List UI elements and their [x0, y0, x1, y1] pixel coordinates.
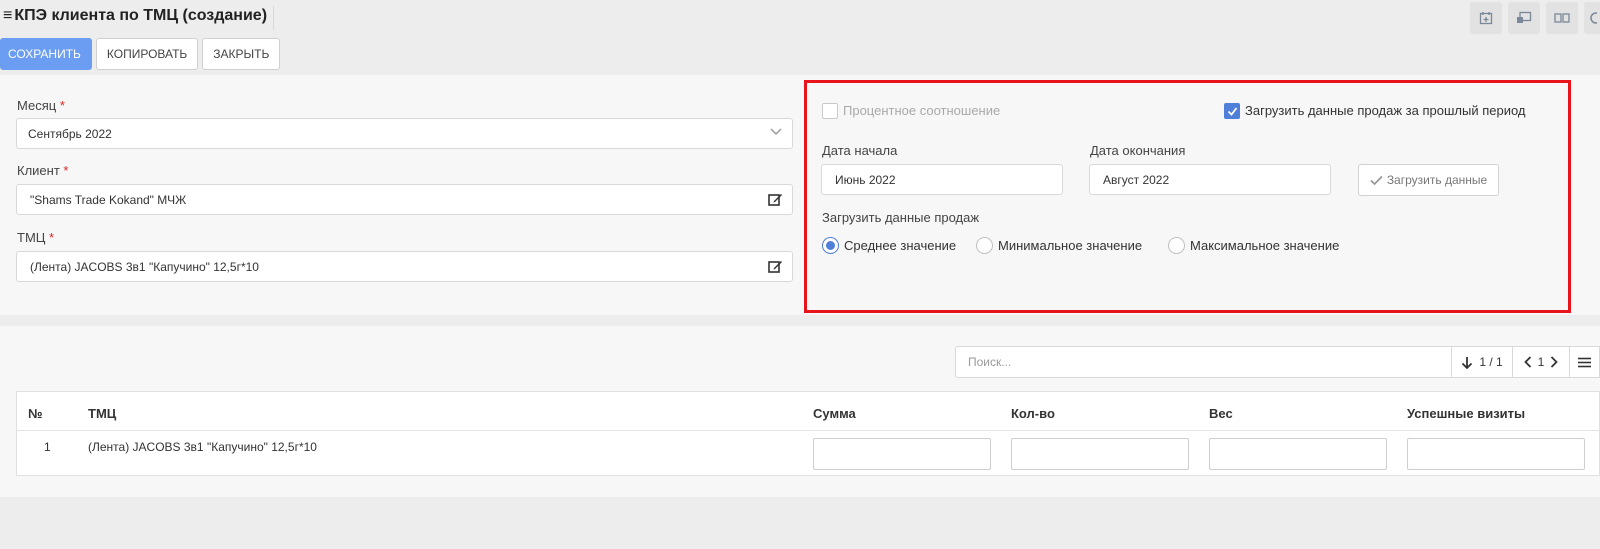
tmc-label: ТМЦ *: [17, 230, 55, 245]
start-date-field[interactable]: Июнь 2022: [821, 164, 1063, 195]
start-date-label: Дата начала: [822, 143, 898, 158]
column-header-visits[interactable]: Успешные визиты: [1407, 406, 1525, 421]
column-header-qty[interactable]: Кол-во: [1011, 406, 1055, 421]
copy-button[interactable]: КОПИРОВАТЬ: [95, 38, 199, 70]
page-number: 1: [1537, 355, 1545, 369]
table-row-tmc: (Лента) JACOBS 3в1 "Капучино" 12,5г*10: [88, 440, 317, 454]
sort-pager[interactable]: 1 / 1: [1451, 346, 1513, 378]
menu-icon[interactable]: ≡: [3, 7, 12, 25]
page-title: ≡ КПЭ клиента по ТМЦ (создание): [3, 7, 267, 25]
close-button[interactable]: ЗАКРЫТЬ: [202, 38, 281, 70]
option-minimum-label: Минимальное значение: [998, 238, 1143, 253]
page-info: 1 / 1: [1479, 355, 1503, 369]
page-header: ≡ КПЭ клиента по ТМЦ (создание) СОХРАНИТ…: [0, 0, 1600, 74]
checkmark-icon: [1227, 106, 1237, 116]
chevron-down-icon: [769, 124, 783, 141]
tmc-field[interactable]: (Лента) JACOBS 3в1 "Капучино" 12,5г*10: [16, 251, 793, 282]
check-icon: [1370, 175, 1383, 185]
page-title-text: КПЭ клиента по ТМЦ (создание): [14, 7, 268, 24]
weight-input[interactable]: [1209, 438, 1387, 470]
search-input[interactable]: Поиск...: [955, 346, 1452, 378]
client-label: Клиент *: [17, 163, 69, 178]
month-select[interactable]: Сентябрь 2022: [16, 118, 793, 149]
circle-icon[interactable]: [1584, 2, 1600, 34]
toolbar: СОХРАНИТЬ КОПИРОВАТЬ ЗАКРЫТЬ: [0, 38, 281, 70]
radio-maximum[interactable]: [1168, 237, 1185, 254]
end-date-value: Август 2022: [1103, 172, 1170, 187]
start-date-value: Июнь 2022: [835, 172, 896, 187]
visits-input[interactable]: [1407, 438, 1585, 470]
page-nav[interactable]: 1: [1512, 346, 1570, 378]
option-average-label: Среднее значение: [844, 238, 957, 253]
client-value: "Shams Trade Kokand" МЧЖ: [30, 192, 187, 207]
load-prev-label: Загрузить данные продаж за прошлый перио…: [1245, 103, 1526, 118]
sum-input[interactable]: [813, 438, 991, 470]
month-label: Месяц *: [17, 98, 65, 113]
radio-minimum[interactable]: [976, 237, 993, 254]
split-view-icon[interactable]: [1546, 2, 1578, 34]
list-menu-icon: [1578, 357, 1591, 367]
screen-share-icon[interactable]: [1508, 2, 1540, 34]
search-placeholder: Поиск...: [968, 355, 1012, 369]
load-sales-label: Загрузить данные продаж: [822, 210, 980, 225]
column-header-num[interactable]: №: [28, 406, 43, 421]
table-row-num: 1: [44, 440, 51, 454]
percent-label: Процентное соотношение: [843, 103, 1001, 118]
client-field[interactable]: "Shams Trade Kokand" МЧЖ: [16, 184, 793, 215]
qty-input[interactable]: [1011, 438, 1189, 470]
title-divider: [273, 6, 274, 30]
load-data-label: Загрузить данные: [1386, 173, 1488, 187]
header-divider: [16, 430, 1600, 431]
top-icon-bar: [1470, 2, 1600, 34]
load-data-button[interactable]: Загрузить данные: [1358, 164, 1499, 196]
end-date-label: Дата окончания: [1090, 143, 1186, 158]
column-header-tmc[interactable]: ТМЦ: [88, 406, 116, 421]
load-prev-checkbox[interactable]: [1224, 103, 1240, 119]
tmc-value: (Лента) JACOBS 3в1 "Капучино" 12,5г*10: [30, 259, 259, 274]
month-value: Сентябрь 2022: [28, 126, 112, 141]
calendar-add-icon[interactable]: [1470, 2, 1502, 34]
chevron-left-icon[interactable]: [1523, 356, 1532, 368]
end-date-field[interactable]: Август 2022: [1089, 164, 1331, 195]
columns-menu-button[interactable]: [1569, 346, 1600, 378]
arrow-down-icon: [1462, 356, 1473, 369]
edit-icon[interactable]: [768, 192, 783, 210]
option-maximum-label: Максимальное значение: [1190, 238, 1340, 253]
radio-average[interactable]: [822, 237, 839, 254]
edit-icon[interactable]: [768, 259, 783, 277]
column-header-weight[interactable]: Вес: [1209, 406, 1233, 421]
chevron-right-icon[interactable]: [1550, 356, 1559, 368]
column-header-sum[interactable]: Сумма: [813, 406, 856, 421]
save-button[interactable]: СОХРАНИТЬ: [0, 38, 92, 70]
percent-checkbox[interactable]: [822, 103, 838, 119]
